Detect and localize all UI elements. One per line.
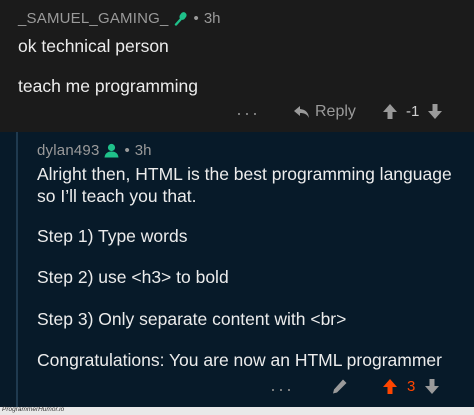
reply-label: Reply [315,103,356,120]
watermark-text: ProgrammerHumor.io [2,406,65,413]
comment-1-vote: -1 [382,103,443,120]
comment-2-step-3: Step 3) Only separate content with <br> [37,309,347,329]
user-icon [104,143,119,158]
meta-separator: • [124,142,130,159]
comment-2-score: 3 [407,378,416,395]
comment-1-meta: _SAMUEL_GAMING_ • 3h [18,10,221,27]
comment-1-actions: ··· [236,103,260,124]
upvote-arrow-icon[interactable] [382,103,398,120]
pencil-icon [331,378,348,395]
comment-1: _SAMUEL_GAMING_ • 3h ok technical person… [0,0,474,132]
comment-2: dylan493 • 3h Alright then, HTML is the … [0,132,474,407]
more-options-button[interactable]: ··· [236,103,260,124]
comment-1-line-2: teach me programming [18,76,198,96]
comment-2-intro: Alright then, HTML is the best programmi… [37,164,452,206]
comment-2-actions: ··· [270,379,294,400]
watermark-footer: ProgrammerHumor.io [0,406,474,415]
microphone-icon [174,11,188,26]
comment-1-time: 3h [203,10,221,27]
thread-line[interactable] [16,132,18,407]
comment-2-conclusion: Congratulations: You are now an HTML pro… [37,350,442,370]
comment-2-meta: dylan493 • 3h [37,142,151,159]
comment-2-step-1: Step 1) Type words [37,226,188,246]
upvote-arrow-icon[interactable] [382,378,398,395]
reply-button[interactable]: Reply [293,103,356,121]
downvote-arrow-icon[interactable] [427,103,443,120]
comment-2-time: 3h [134,142,152,159]
comment-2-vote: 3 [382,378,440,395]
comment-1-score: -1 [406,103,420,120]
meta-separator: • [193,10,199,27]
comment-1-line-1: ok technical person [18,36,169,56]
reply-arrow-icon [293,105,310,119]
comment-1-username[interactable]: _SAMUEL_GAMING_ [18,10,169,27]
more-options-button[interactable]: ··· [270,379,294,400]
comment-2-step-2: Step 2) use <h3> to bold [37,267,229,287]
downvote-arrow-icon[interactable] [424,378,440,395]
comment-2-username[interactable]: dylan493 [37,142,100,159]
edit-button[interactable] [331,378,348,395]
